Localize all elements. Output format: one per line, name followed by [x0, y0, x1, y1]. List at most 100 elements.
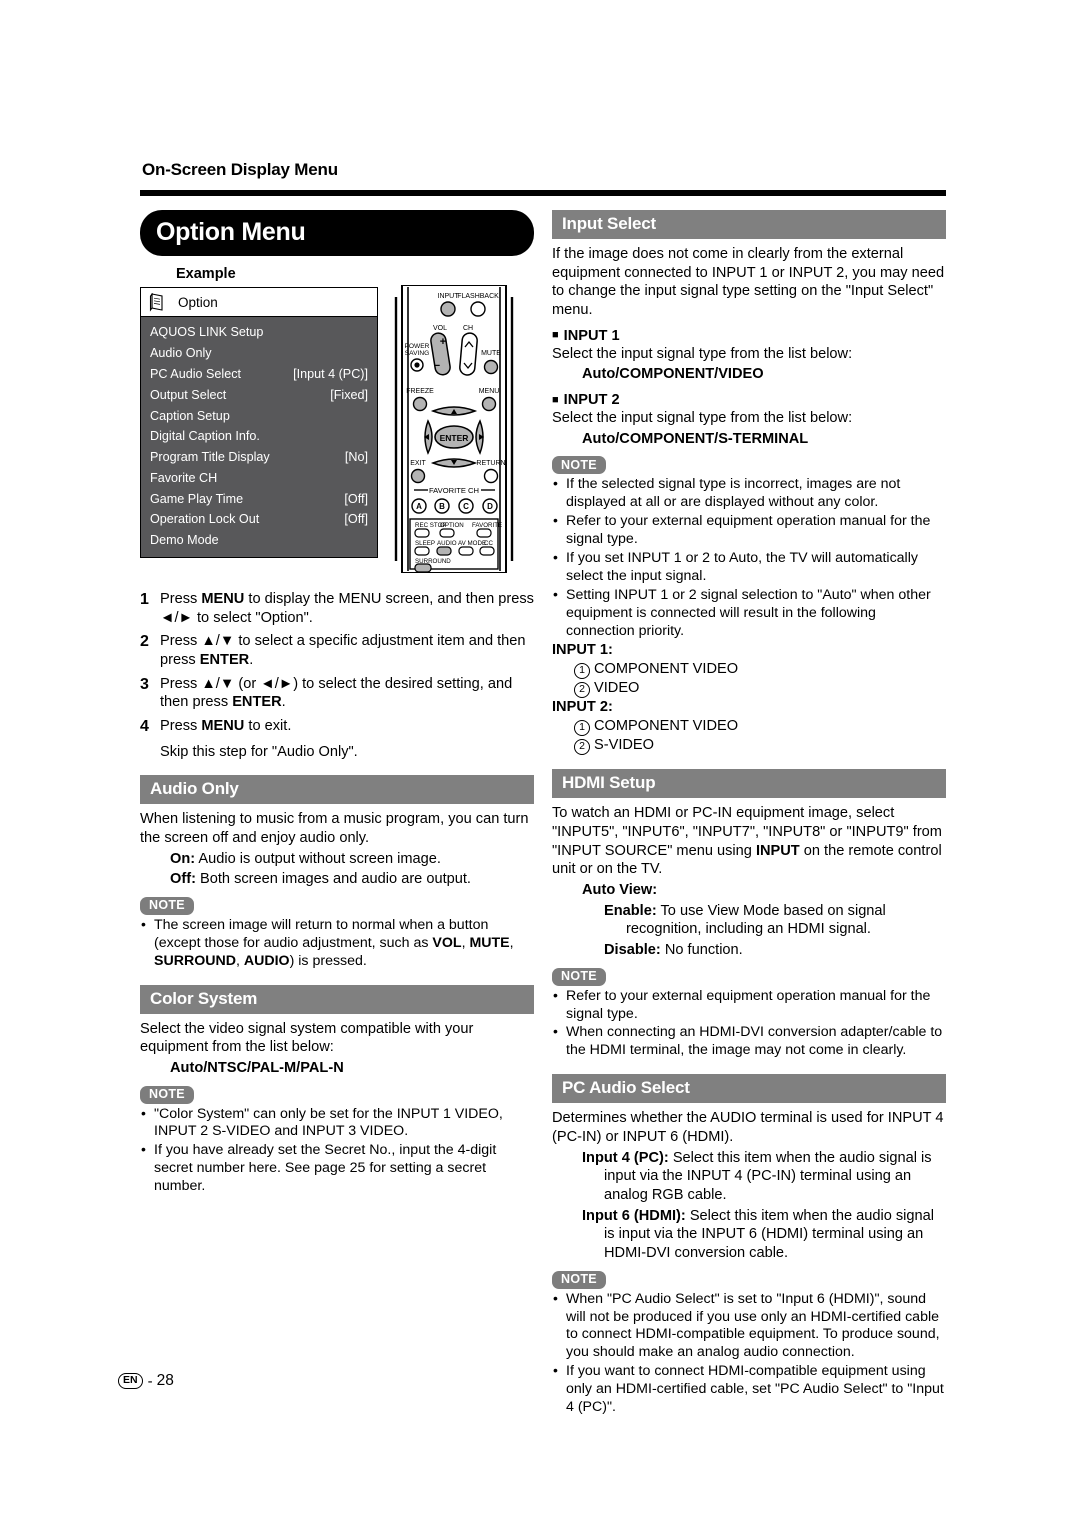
section-heading-pc-audio-select: PC Audio Select: [552, 1074, 946, 1104]
osd-row-label: Audio Only: [150, 346, 212, 361]
input-1-title: INPUT 1: [552, 328, 946, 344]
note-item: If the selected signal type is incorrect…: [552, 475, 946, 512]
svg-text:RETURN: RETURN: [476, 460, 505, 467]
color-system-list: Auto/NTSC/PAL-M/PAL-N: [170, 1059, 344, 1076]
osd-row-value: [No]: [344, 450, 368, 465]
osd-row[interactable]: Digital Caption Info.: [141, 426, 377, 447]
note-item: "Color System" can only be set for the I…: [140, 1105, 534, 1142]
osd-row-label: PC Audio Select: [150, 366, 242, 381]
hdmi-setup-notes: Refer to your external equipment operati…: [552, 987, 946, 1061]
osd-row-label: Demo Mode: [150, 533, 219, 548]
header-rule: [140, 190, 946, 196]
note-item: The screen image will return to normal w…: [140, 916, 534, 971]
svg-text:ENTER: ENTER: [440, 433, 469, 443]
audio-only-notes: The screen image will return to normal w…: [140, 916, 534, 971]
input-2-line: Select the input signal type from the li…: [552, 410, 853, 427]
option-desc: Both screen images and audio are output.: [200, 871, 471, 888]
note-badge: NOTE: [552, 967, 606, 986]
color-system-body: Select the video signal system compatibl…: [140, 1020, 474, 1056]
svg-text:MUTE: MUTE: [481, 350, 501, 357]
hdmi-option: Disable: No function.: [604, 941, 946, 960]
note-item: When connecting an HDMI-DVI conversion a…: [552, 1023, 946, 1060]
osd-menu: Option AQUOS LINK Setup Audio Only PC Au…: [140, 287, 378, 558]
svg-text:+: +: [440, 336, 446, 348]
option-term: Off:: [170, 871, 196, 888]
osd-row[interactable]: AQUOS LINK Setup: [141, 322, 377, 343]
osd-row-label: Favorite CH: [150, 470, 218, 485]
osd-row[interactable]: Program Title Display [No]: [141, 447, 377, 468]
note-item: When "PC Audio Select" is set to "Input …: [552, 1290, 946, 1363]
pc-audio-option: Input 6 (HDMI): Select this item when th…: [582, 1207, 946, 1263]
svg-text:EXIT: EXIT: [410, 460, 426, 467]
priority-text: VIDEO: [594, 680, 640, 697]
svg-text:AV MODE: AV MODE: [458, 540, 486, 547]
osd-header: Option: [140, 287, 378, 317]
osd-row-value: [Fixed]: [330, 387, 368, 402]
circled-number: 1: [574, 663, 590, 680]
priority-item: 2 VIDEO: [574, 679, 946, 699]
svg-text:INPUT: INPUT: [438, 293, 460, 300]
note-badge: NOTE: [140, 1085, 194, 1104]
note-item: If you have already set the Secret No., …: [140, 1141, 534, 1196]
osd-row[interactable]: Demo Mode: [141, 530, 377, 551]
circled-number: 2: [574, 739, 590, 756]
locale-badge: EN: [118, 1373, 143, 1389]
step-item: 3 Press ▲/▼ (or ◄/►) to select the desir…: [140, 675, 534, 712]
step-text: Press MENU to exit.: [160, 718, 292, 735]
option-book-icon: [149, 292, 164, 312]
left-column: Option Menu Example Option AQUOS LINK Se…: [140, 210, 534, 1197]
osd-item-list: AQUOS LINK Setup Audio Only PC Audio Sel…: [140, 317, 378, 558]
option-term: On:: [170, 850, 196, 867]
two-column-body: Option Menu Example Option AQUOS LINK Se…: [140, 210, 946, 1418]
note-item: Refer to your external equipment operati…: [552, 987, 946, 1024]
option-desc: No function.: [664, 942, 743, 959]
osd-title: Option: [178, 294, 218, 310]
remote-control-illustration: INPUT FLASHBACK VOL CH + − POWER SAVING …: [392, 284, 524, 578]
step-number: 4: [140, 718, 149, 736]
svg-text:OPTION: OPTION: [440, 522, 464, 529]
audio-only-body: When listening to music from a music pro…: [140, 811, 529, 846]
note-item: Refer to your external equipment operati…: [552, 512, 946, 549]
osd-row[interactable]: PC Audio Select [Input 4 (PC)]: [141, 364, 377, 385]
priority-text: COMPONENT VIDEO: [594, 661, 739, 678]
priority-heading: INPUT 1:: [552, 642, 613, 659]
right-column: Input Select If the image does not come …: [552, 210, 946, 1418]
pc-audio-option: Input 4 (PC): Select this item when the …: [582, 1149, 946, 1205]
input-1-list: Auto/COMPONENT/VIDEO: [582, 366, 764, 383]
osd-row[interactable]: Caption Setup: [141, 405, 377, 426]
osd-row-label: Caption Setup: [150, 408, 230, 423]
step-text: Press MENU to display the MENU screen, a…: [160, 591, 534, 626]
priority-item: 1 COMPONENT VIDEO: [574, 717, 946, 737]
note-badge: NOTE: [552, 1270, 606, 1289]
page-title: Option Menu: [140, 210, 534, 256]
section-heading-color-system: Color System: [140, 984, 534, 1014]
option-term: Input 4 (PC):: [582, 1149, 669, 1166]
svg-text:AUDIO: AUDIO: [437, 540, 457, 547]
osd-row[interactable]: Favorite CH: [141, 467, 377, 488]
svg-text:CC: CC: [484, 540, 493, 547]
section-heading-input-select: Input Select: [552, 210, 946, 239]
svg-text:SAVING: SAVING: [405, 350, 429, 357]
circled-number: 2: [574, 682, 590, 699]
page-content: On-Screen Display Menu Option Menu Examp…: [140, 160, 946, 1418]
osd-row-label: AQUOS LINK Setup: [150, 325, 264, 340]
input-2-list: Auto/COMPONENT/S-TERMINAL: [582, 430, 809, 447]
audio-only-option: Off: Both screen images and audio are ou…: [170, 870, 534, 889]
osd-row[interactable]: Audio Only: [141, 343, 377, 364]
priority-item: 2 S-VIDEO: [574, 736, 946, 756]
circled-number: 1: [574, 720, 590, 737]
osd-row-value: [Input 4 (PC)]: [293, 366, 368, 381]
step-4-subtext: Skip this step for "Audio Only".: [160, 743, 358, 760]
step-item: 4 Press MENU to exit.: [140, 717, 534, 737]
osd-row[interactable]: Operation Lock Out [Off]: [141, 509, 377, 530]
note-item: Setting INPUT 1 or 2 signal selection to…: [552, 586, 946, 641]
svg-text:FAVORITE: FAVORITE: [472, 522, 502, 529]
note-item: If you want to connect HDMI-compatible e…: [552, 1362, 946, 1417]
pc-audio-select-body: Determines whether the AUDIO terminal is…: [552, 1110, 944, 1145]
page-footer: EN - 28: [118, 1372, 174, 1390]
osd-row[interactable]: Output Select [Fixed]: [141, 384, 377, 405]
option-term: Enable:: [604, 902, 657, 919]
osd-row-label: Output Select: [150, 387, 227, 402]
osd-row[interactable]: Game Play Time [Off]: [141, 488, 377, 509]
osd-row-value: [Off]: [344, 491, 368, 506]
